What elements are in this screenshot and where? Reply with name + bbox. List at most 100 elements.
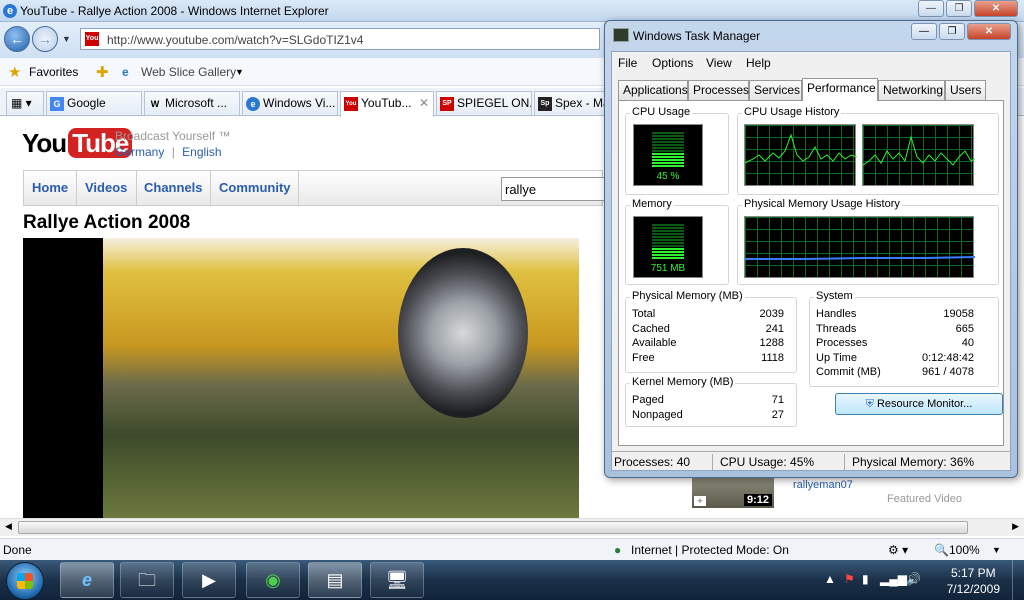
tab-spiegel[interactable]: SP SPIEGEL ON... — [436, 91, 532, 115]
tab-youtube[interactable]: You YouTub... ✕ — [340, 91, 434, 117]
zoom-level[interactable]: 100% — [949, 543, 980, 557]
scrollbar-thumb[interactable] — [18, 521, 968, 534]
english-link[interactable]: English — [182, 145, 221, 159]
tab-google[interactable]: G Google — [46, 91, 142, 115]
memory-history-line — [745, 256, 976, 260]
network-signal-icon[interactable]: ▂▄▆ — [880, 572, 907, 586]
related-video-item[interactable]: + 9:12 rallyeman07 Featured Video — [690, 478, 970, 520]
address-bar[interactable]: You http://www.youtube.com/watch?v=SLGdo… — [80, 28, 600, 50]
meter-segment — [652, 239, 684, 241]
tab-services[interactable]: Services — [749, 80, 802, 100]
taskbar-media-center[interactable]: ◉ — [246, 562, 300, 598]
tm-minimize-button[interactable]: — — [911, 23, 937, 40]
task-manager-title: Windows Task Manager — [633, 29, 761, 43]
ie-window-buttons: — ❐ ✕ — [918, 0, 1018, 17]
close-tab-icon[interactable]: ✕ — [419, 96, 429, 110]
status-physical-memory: Physical Memory: 36% — [852, 455, 975, 469]
channel-link[interactable]: rallyeman07 — [793, 479, 853, 491]
ie-title-bar: e YouTube - Rallye Action 2008 - Windows… — [0, 0, 1024, 22]
tab-networking[interactable]: Networking — [878, 80, 945, 100]
minimize-button[interactable]: — — [918, 0, 944, 17]
taskbar-explorer[interactable]: 🗀 — [120, 562, 174, 598]
menu-options[interactable]: Options — [652, 56, 693, 70]
zoom-dropdown-icon[interactable]: ▼ — [992, 545, 1001, 555]
menu-help[interactable]: Help — [746, 56, 771, 70]
nav-community[interactable]: Community — [219, 180, 291, 195]
system-tray: ▲ ⚑ ▮ ▂▄▆ 🔊 5:17 PM 7/12/2009 — [814, 560, 1024, 600]
resource-monitor-button[interactable]: ⛨ Resource Monitor... — [835, 393, 1003, 415]
quick-tabs-button[interactable]: ▦ ▾ — [6, 91, 44, 115]
tab-applications[interactable]: Applications — [618, 80, 688, 100]
status-text: Done — [3, 543, 32, 557]
protected-mode-icon[interactable]: ⚙ ▾ — [888, 543, 908, 557]
tab-performance[interactable]: Performance — [802, 78, 878, 101]
start-button[interactable] — [6, 562, 44, 600]
phys-available-label: Available — [632, 337, 677, 349]
address-url[interactable]: http://www.youtube.com/watch?v=SLGdoTIZ1… — [107, 33, 363, 47]
favorites-button[interactable]: Favorites — [29, 65, 78, 79]
phys-cached-value: 241 — [765, 323, 784, 335]
tm-maximize-button[interactable]: ❐ — [939, 23, 965, 40]
battery-icon[interactable]: ▮ — [862, 572, 869, 586]
tm-close-button[interactable]: ✕ — [967, 23, 1011, 40]
taskbar-internet-explorer[interactable]: e — [60, 562, 114, 598]
related-video-thumbnail[interactable]: + 9:12 — [692, 478, 774, 508]
menu-view[interactable]: View — [706, 56, 732, 70]
tab-microsoft[interactable]: W Microsoft ... — [144, 91, 240, 115]
ie-logo-icon: e — [3, 4, 17, 18]
cpu-history-group: CPU Usage History — [737, 106, 999, 195]
nav-videos[interactable]: Videos — [85, 180, 127, 195]
windows-logo-icon — [17, 573, 33, 589]
meter-segment — [652, 236, 684, 238]
show-desktop-button[interactable] — [1012, 560, 1024, 600]
system-label: System — [814, 290, 855, 302]
physical-memory-label: Physical Memory (MB) — [630, 290, 745, 302]
chevron-down-icon[interactable]: ▼ — [235, 67, 244, 77]
threads-value: 665 — [955, 323, 974, 335]
phys-free-value: 1118 — [761, 352, 784, 364]
ie-status-bar: Done ● Internet | Protected Mode: On ⚙ ▾… — [0, 538, 1024, 560]
memory-label: Memory — [630, 198, 674, 210]
scroll-right-icon[interactable]: ▶ — [1012, 521, 1019, 532]
featured-video-label: Featured Video — [887, 493, 963, 505]
video-player[interactable] — [23, 238, 579, 520]
show-hidden-icons-icon[interactable]: ▲ — [824, 572, 836, 586]
taskbar-network[interactable]: 🖥 — [370, 562, 424, 598]
clock[interactable]: 5:17 PM 7/12/2009 — [947, 565, 1000, 597]
scroll-left-icon[interactable]: ◀ — [5, 521, 12, 532]
handles-label: Handles — [816, 308, 857, 320]
performance-panel: CPU Usage 45 % CPU Usage History Memory — [618, 100, 1004, 446]
taskbar-media-player[interactable]: ▶ — [182, 562, 236, 598]
tab-processes[interactable]: Processes — [688, 80, 749, 100]
tab-users[interactable]: Users — [945, 80, 986, 100]
forward-button[interactable]: → — [32, 26, 58, 52]
cpu-history-graph-1 — [744, 124, 858, 186]
nav-home[interactable]: Home — [32, 180, 68, 195]
action-center-icon[interactable]: ⚑ — [844, 572, 855, 586]
memory-value: 751 MB — [650, 263, 686, 274]
back-button[interactable]: ← — [4, 26, 30, 52]
history-dropdown-icon[interactable]: ▼ — [62, 34, 71, 44]
menu-file[interactable]: File — [618, 56, 637, 70]
memory-meter-bars — [652, 224, 684, 259]
kernel-nonpaged-label: Nonpaged — [632, 409, 683, 421]
tab-spex[interactable]: Sp Spex - Ma — [534, 91, 606, 115]
add-favorite-icon[interactable]: ✚ — [96, 63, 109, 81]
zoom-icon: 🔍 — [934, 543, 949, 557]
task-manager-icon — [613, 28, 629, 42]
germany-link[interactable]: Germany — [115, 145, 164, 159]
tab-windows[interactable]: e Windows Vi... — [242, 91, 338, 115]
close-button[interactable]: ✕ — [974, 0, 1018, 17]
maximize-button[interactable]: ❐ — [946, 0, 972, 17]
search-input[interactable]: rallye — [501, 177, 621, 201]
add-to-quicklist-icon[interactable]: + — [694, 496, 706, 506]
cpu-usage-label: CPU Usage — [630, 106, 693, 118]
nav-channels[interactable]: Channels — [144, 180, 203, 195]
taskbar-task-manager[interactable]: ▤ — [308, 562, 362, 598]
favorites-star-icon[interactable]: ★ — [8, 63, 21, 81]
security-zone[interactable]: Internet | Protected Mode: On — [631, 543, 789, 557]
web-slice-gallery-link[interactable]: Web Slice Gallery — [141, 65, 236, 79]
volume-icon[interactable]: 🔊 — [906, 572, 921, 586]
memory-history-label: Physical Memory Usage History — [742, 198, 902, 210]
horizontal-scrollbar[interactable]: ◀ ▶ — [0, 518, 1024, 536]
